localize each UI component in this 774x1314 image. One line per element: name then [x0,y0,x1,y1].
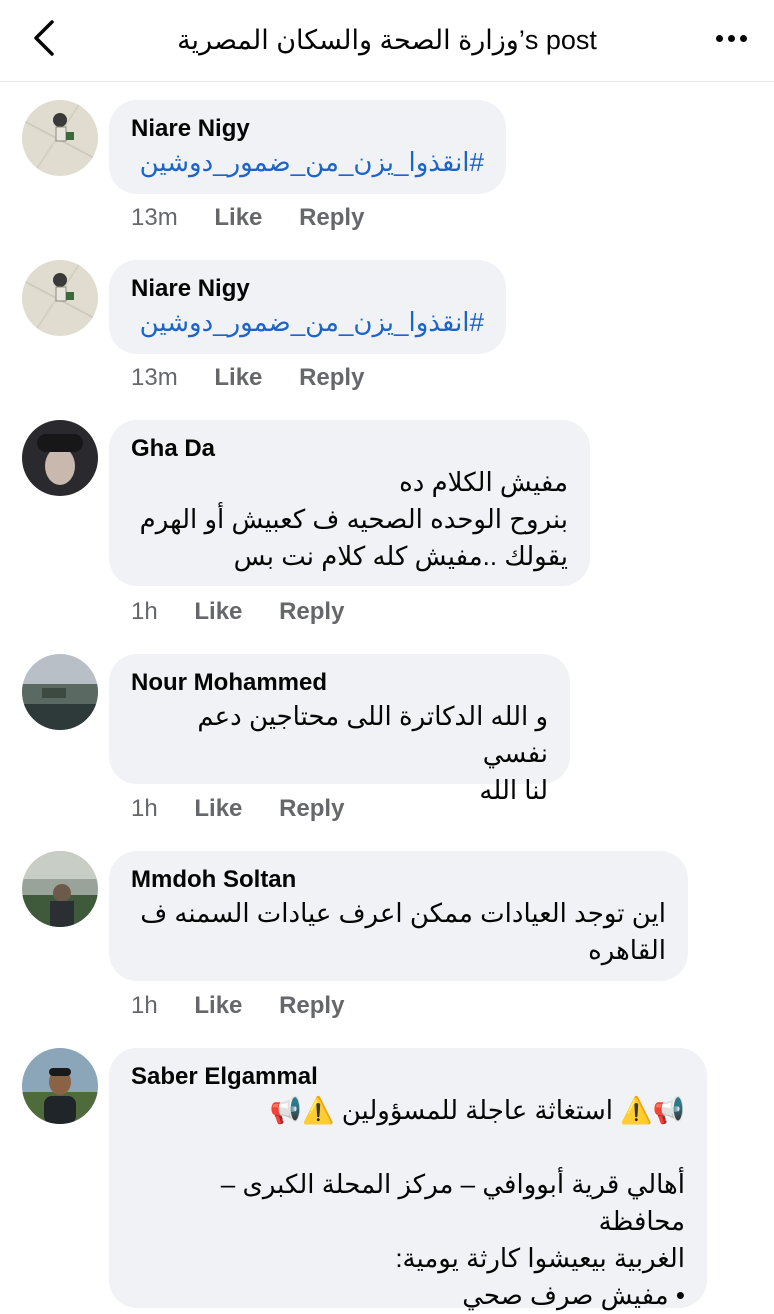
comment-bubble[interactable]: Mmdoh Soltan اين توجد العيادات ممكن اعرف… [109,851,688,981]
comment-text: • مفيش صرف صحي [462,1280,685,1310]
comment-text: اين توجد العيادات ممكن اعرف عيادات السمن… [140,898,666,965]
comment-actions: 13m Like Reply [131,362,394,394]
comment-actions: 13m Like Reply [131,202,394,234]
page-title: وزارة الصحة والسكان المصرية’s post [177,25,597,55]
avatar[interactable] [22,851,98,927]
comment-time: 1h [131,795,158,822]
comment-bubble[interactable]: Nour Mohammed و الله الدكاترة اللى محتاج… [109,654,570,805]
like-button[interactable]: Like [214,202,262,234]
comment-author[interactable]: Niare Nigy [131,274,484,304]
avatar[interactable] [22,654,98,730]
comment-time: 1h [131,598,158,625]
chevron-left-icon [34,20,54,56]
reply-button[interactable]: Reply [299,362,364,394]
avatar[interactable] [22,260,98,336]
like-button[interactable]: Like [194,596,242,628]
post-header: وزارة الصحة والسكان المصرية’s post [0,0,774,82]
hashtag-link[interactable]: #انقذوا_يزن_من_ضمور_دوشين [131,304,484,341]
comment-bubble[interactable]: Gha Da مفيش الكلام ده بنروح الوحده الصحي… [109,420,590,586]
avatar[interactable] [22,100,98,176]
comment-text: أهالي قرية أبووافي – مركز المحلة الكبرى … [220,1169,685,1273]
comment-author[interactable]: Mmdoh Soltan [131,865,666,895]
comment-bubble[interactable]: Niare Nigy #انقذوا_يزن_من_ضمور_دوشين [109,260,506,354]
hashtag-link[interactable]: #انقذوا_يزن_من_ضمور_دوشين [131,144,484,181]
comment-author[interactable]: Niare Nigy [131,114,484,144]
reply-button[interactable]: Reply [299,202,364,234]
more-icon [713,29,749,47]
comment-bubble[interactable]: Saber Elgammal 📢⚠️ استغاثة عاجلة للمسؤول… [109,1048,707,1310]
comment-text: 📢⚠️ استغاثة عاجلة للمسؤولين ⚠️📢 [269,1095,685,1125]
comment-text: مفيش الكلام ده بنروح الوحده الصحيه ف كعب… [139,467,568,571]
more-options-button[interactable] [708,18,754,58]
comment-actions: 1h Like Reply [131,793,374,825]
like-button[interactable]: Like [194,990,242,1022]
comment-time: 13m [131,204,178,231]
comment-author[interactable]: Nour Mohammed [131,668,548,698]
comment-actions: 1h Like Reply [131,596,374,628]
avatar[interactable] [22,420,98,496]
comment-time: 1h [131,992,158,1019]
comment-time: 13m [131,364,178,391]
like-button[interactable]: Like [194,793,242,825]
comment-author[interactable]: Saber Elgammal [131,1062,685,1092]
reply-button[interactable]: Reply [279,793,344,825]
like-button[interactable]: Like [214,362,262,394]
reply-button[interactable]: Reply [279,596,344,628]
comment-actions: 1h Like Reply [131,990,374,1022]
comment-bubble[interactable]: Niare Nigy #انقذوا_يزن_من_ضمور_دوشين [109,100,506,194]
reply-button[interactable]: Reply [279,990,344,1022]
avatar[interactable] [22,1048,98,1124]
comment-author[interactable]: Gha Da [131,434,568,464]
back-button[interactable] [24,16,64,60]
